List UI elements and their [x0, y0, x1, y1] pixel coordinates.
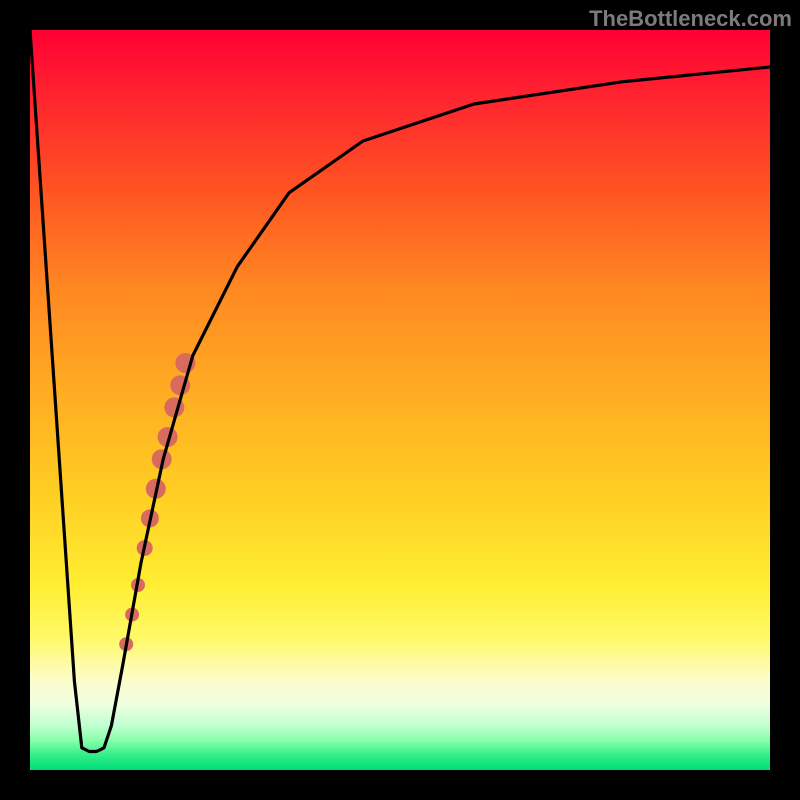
plot-area [30, 30, 770, 770]
highlight-dots [119, 353, 195, 651]
bottleneck-curve [30, 30, 770, 752]
watermark-text: TheBottleneck.com [589, 6, 792, 32]
chart-svg [30, 30, 770, 770]
chart-container: TheBottleneck.com [0, 0, 800, 800]
